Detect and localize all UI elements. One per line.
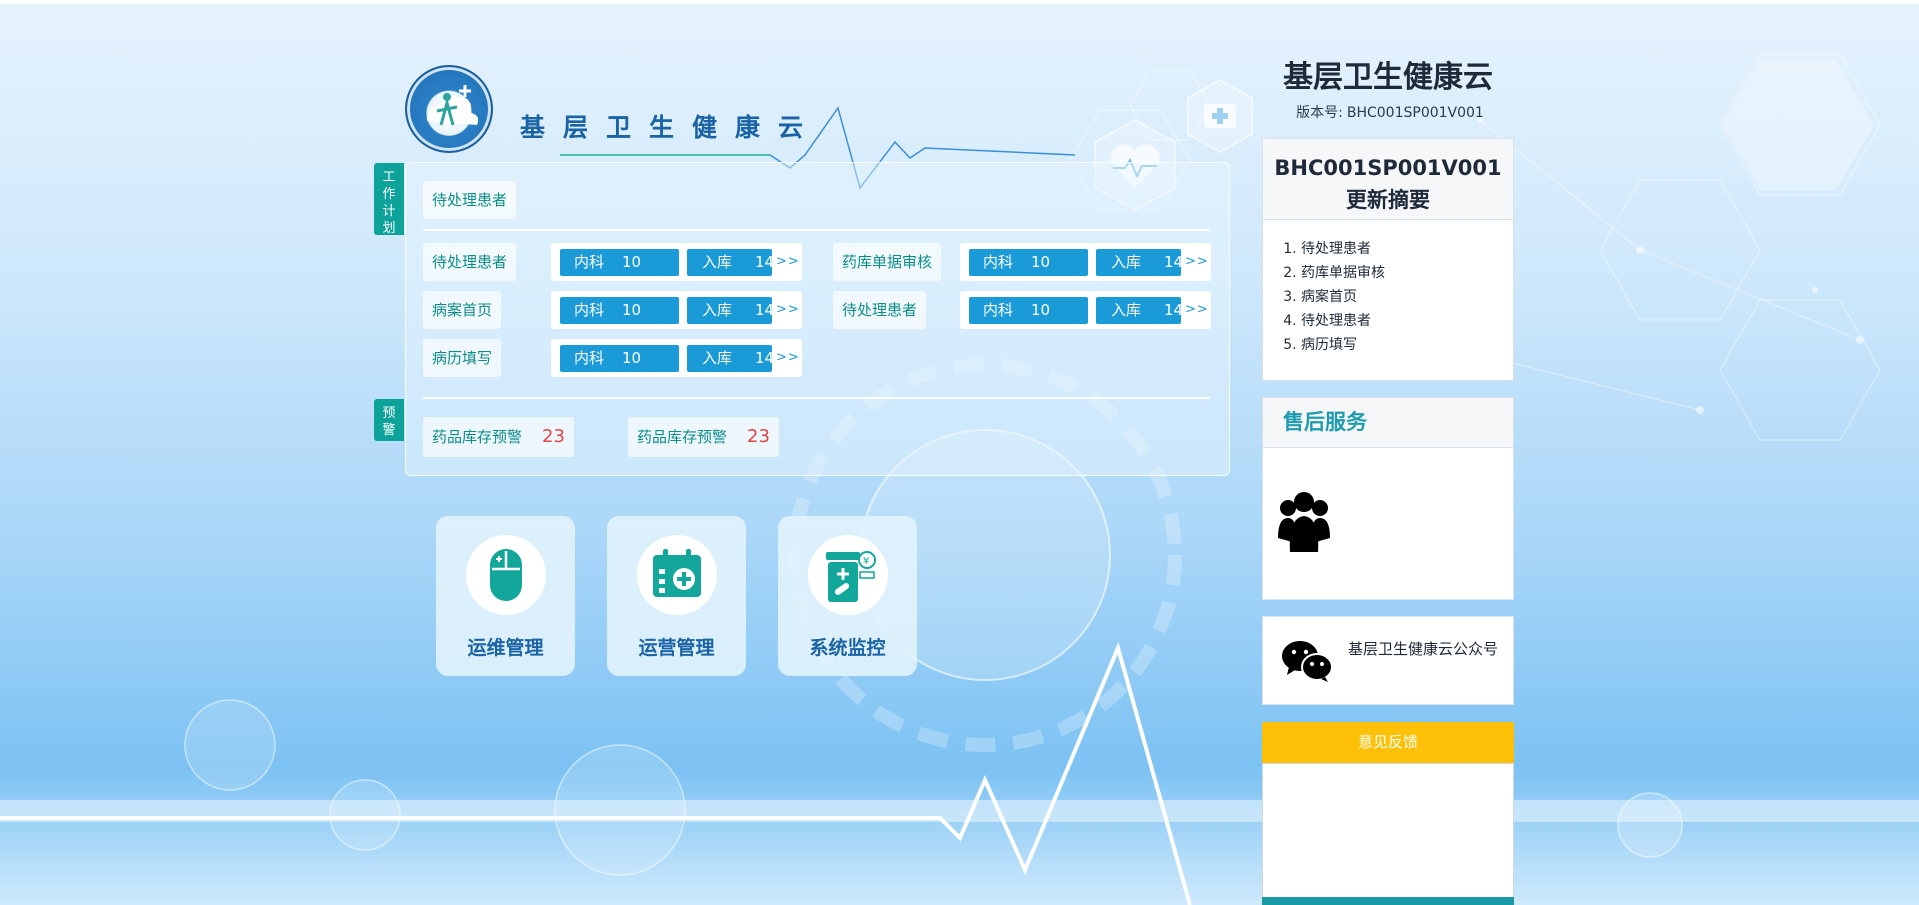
stock-warning-item[interactable]: 药品库存预警 23 [628,417,779,457]
more-link[interactable]: >> [1185,291,1209,329]
update-code: BHC001SP001V001 [1274,156,1502,180]
task-group: 内科 10 入库 14 >> [551,291,802,329]
stock-warning-item[interactable]: 药品库存预警 23 [423,417,574,457]
tile-ops-maintenance[interactable]: 运维管理 [436,516,575,676]
tile-icon-circle: ¥ [808,535,888,615]
more-link[interactable]: >> [1185,243,1209,281]
more-link[interactable]: >> [776,339,800,377]
task-group: 内科 10 入库 14 >> [960,291,1211,329]
more-link[interactable]: >> [776,291,800,329]
tile-label: 运维管理 [467,637,544,659]
warning-count: 23 [542,426,565,447]
task-group: 内科 10 入库 14 >> [551,339,802,377]
brand-title: 基层卫生健康云 [520,113,822,142]
list-item: 病历填写 [1301,333,1513,357]
stock-chip[interactable]: 入库 14 [1096,249,1183,276]
pending-patients-item[interactable]: 待处理患者 [423,181,517,219]
top-border [0,0,1919,4]
task-label[interactable]: 待处理患者 [833,291,927,329]
task-group: 内科 10 入库 14 >> [551,243,802,281]
feedback-input[interactable] [1262,763,1514,898]
update-subtitle: 更新摘要 [1346,188,1430,212]
work-plan-tag: 工作计划 [374,163,404,236]
calendar-plus-icon [653,549,701,597]
mouse-icon [490,549,522,601]
divider [423,397,1210,399]
dept-chip[interactable]: 内科 10 [560,345,679,372]
list-item: 病案首页 [1301,285,1513,309]
list-item: 待处理患者 [1301,309,1513,333]
people-icon[interactable] [1278,490,1330,556]
feedback-submit-bar[interactable] [1262,897,1514,905]
tile-icon-circle [466,535,546,615]
after-sales-card: 售后服务 [1262,397,1514,600]
dept-chip[interactable]: 内科 10 [969,297,1088,324]
version-line: 版本号: BHC001SP001V001 [1262,102,1514,122]
list-item: 药库单据审核 [1301,261,1513,285]
list-item: 待处理患者 [1301,237,1513,261]
tile-label: 系统监控 [809,637,886,659]
stock-chip[interactable]: 入库 14 [687,297,774,324]
wechat-icon [1282,641,1333,682]
task-label[interactable]: 待处理患者 [423,243,517,281]
feedback-title: 意见反馈 [1262,722,1514,763]
version-value: BHC001SP001V001 [1346,105,1484,121]
after-sales-title: 售后服务 [1263,398,1513,448]
wechat-account-text: 基层卫生健康云公众号 [1348,640,1499,658]
sidebar-title: 基层卫生健康云 [1283,60,1493,95]
dept-chip[interactable]: 内科 10 [969,249,1088,276]
stock-chip[interactable]: 入库 14 [687,249,774,276]
task-group: 内科 10 入库 14 >> [960,243,1211,281]
dept-chip[interactable]: 内科 10 [560,249,679,276]
warning-tag: 预警 [374,399,404,441]
medicine-bottle-icon: ¥ [826,551,876,602]
tile-icon-circle [637,535,717,615]
tile-operations[interactable]: 运营管理 [607,516,746,676]
update-summary-card: BHC001SP001V001 更新摘要 待处理患者 药库单据审核 病案首页 待… [1262,138,1514,381]
wechat-card[interactable]: 基层卫生健康云公众号 [1262,616,1514,705]
warning-count: 23 [747,426,770,447]
update-summary-header: BHC001SP001V001 更新摘要 [1263,139,1513,220]
more-link[interactable]: >> [776,243,800,281]
tile-system-monitor[interactable]: ¥ 系统监控 [778,516,917,676]
dept-chip[interactable]: 内科 10 [560,297,679,324]
brand-logo [405,65,493,153]
task-label[interactable]: 药库单据审核 [833,243,942,281]
stock-chip[interactable]: 入库 14 [687,345,774,372]
divider [423,229,1210,231]
version-label: 版本号: [1296,105,1343,121]
stock-chip[interactable]: 入库 14 [1096,297,1183,324]
tile-label: 运营管理 [638,637,715,659]
svg-text:¥: ¥ [863,556,869,567]
update-list: 待处理患者 药库单据审核 病案首页 待处理患者 病历填写 [1263,237,1513,357]
task-label[interactable]: 病案首页 [423,291,502,329]
task-label[interactable]: 病历填写 [423,339,502,377]
